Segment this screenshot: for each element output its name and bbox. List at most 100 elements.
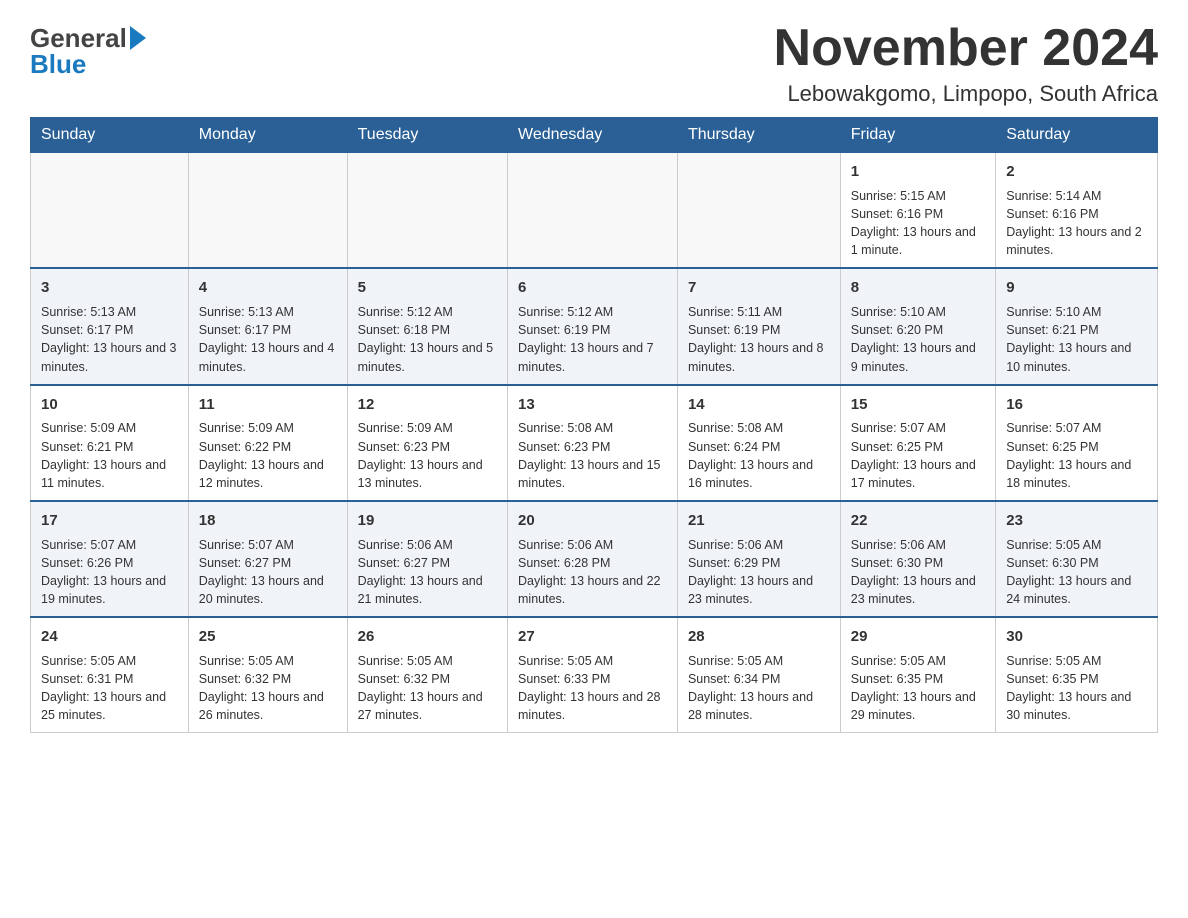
calendar-week-row: 10 Sunrise: 5:09 AMSunset: 6:21 PMDayligh… bbox=[31, 385, 1158, 501]
day-number: 23 bbox=[1006, 510, 1147, 532]
calendar-table: SundayMondayTuesdayWednesdayThursdayFrid… bbox=[30, 117, 1158, 733]
calendar-week-row: 24 Sunrise: 5:05 AMSunset: 6:31 PMDayligh… bbox=[31, 617, 1158, 733]
day-info: Sunrise: 5:07 AMSunset: 6:25 PMDaylight:… bbox=[851, 419, 985, 492]
calendar-day-cell: 29 Sunrise: 5:05 AMSunset: 6:35 PMDayligh… bbox=[840, 617, 995, 733]
day-of-week-header: Tuesday bbox=[347, 118, 507, 153]
logo-general-text: General bbox=[30, 25, 127, 51]
day-info: Sunrise: 5:05 AMSunset: 6:31 PMDaylight:… bbox=[41, 652, 178, 725]
logo: General Blue bbox=[30, 20, 146, 77]
calendar-day-cell: 25Sunrise: 5:05 AMSunset: 6:32 PMDayligh… bbox=[188, 617, 347, 733]
title-area: November 2024 Lebowakgomo, Limpopo, Sout… bbox=[774, 20, 1158, 107]
day-info: Sunrise: 5:05 AMSunset: 6:34 PMDaylight:… bbox=[688, 652, 830, 725]
day-info: Sunrise: 5:05 AMSunset: 6:33 PMDaylight:… bbox=[518, 652, 667, 725]
calendar-day-cell: 21 Sunrise: 5:06 AMSunset: 6:29 PMDayligh… bbox=[677, 501, 840, 617]
day-info: Sunrise: 5:09 AMSunset: 6:21 PMDaylight:… bbox=[41, 419, 178, 492]
day-info: Sunrise: 5:06 AMSunset: 6:29 PMDaylight:… bbox=[688, 536, 830, 609]
day-number: 9 bbox=[1006, 277, 1147, 299]
day-number: 7 bbox=[688, 277, 830, 299]
day-number: 2 bbox=[1006, 161, 1147, 183]
day-number: 14 bbox=[688, 394, 830, 416]
day-number: 4 bbox=[199, 277, 337, 299]
calendar-week-row: 1Sunrise: 5:15 AMSunset: 6:16 PMDaylight… bbox=[31, 153, 1158, 269]
day-number: 24 bbox=[41, 626, 178, 648]
day-number: 19 bbox=[358, 510, 497, 532]
calendar-day-cell: 30 Sunrise: 5:05 AMSunset: 6:35 PMDayligh… bbox=[996, 617, 1158, 733]
day-number: 22 bbox=[851, 510, 985, 532]
day-info: Sunrise: 5:09 AMSunset: 6:23 PMDaylight:… bbox=[358, 419, 497, 492]
day-info: Sunrise: 5:05 AMSunset: 6:32 PMDaylight:… bbox=[358, 652, 497, 725]
calendar-day-cell bbox=[31, 153, 189, 269]
day-number: 17 bbox=[41, 510, 178, 532]
day-number: 21 bbox=[688, 510, 830, 532]
day-number: 15 bbox=[851, 394, 985, 416]
day-number: 25 bbox=[199, 626, 337, 648]
day-number: 16 bbox=[1006, 394, 1147, 416]
calendar-day-cell: 9 Sunrise: 5:10 AMSunset: 6:21 PMDaylight… bbox=[996, 268, 1158, 384]
day-of-week-header: Friday bbox=[840, 118, 995, 153]
day-info: Sunrise: 5:08 AMSunset: 6:24 PMDaylight:… bbox=[688, 419, 830, 492]
day-number: 3 bbox=[41, 277, 178, 299]
calendar-day-cell: 1Sunrise: 5:15 AMSunset: 6:16 PMDaylight… bbox=[840, 153, 995, 269]
page-header: General Blue November 2024 Lebowakgomo, … bbox=[30, 20, 1158, 107]
calendar-day-cell: 18Sunrise: 5:07 AMSunset: 6:27 PMDayligh… bbox=[188, 501, 347, 617]
day-info: Sunrise: 5:05 AMSunset: 6:35 PMDaylight:… bbox=[1006, 652, 1147, 725]
calendar-day-cell: 24 Sunrise: 5:05 AMSunset: 6:31 PMDayligh… bbox=[31, 617, 189, 733]
day-number: 26 bbox=[358, 626, 497, 648]
day-number: 10 bbox=[41, 394, 178, 416]
calendar-day-cell bbox=[677, 153, 840, 269]
calendar-day-cell: 14 Sunrise: 5:08 AMSunset: 6:24 PMDayligh… bbox=[677, 385, 840, 501]
day-number: 30 bbox=[1006, 626, 1147, 648]
calendar-day-cell bbox=[347, 153, 507, 269]
day-info: Sunrise: 5:09 AMSunset: 6:22 PMDaylight:… bbox=[199, 419, 337, 492]
logo-arrow-icon bbox=[130, 26, 146, 50]
day-number: 8 bbox=[851, 277, 985, 299]
calendar-day-cell: 27 Sunrise: 5:05 AMSunset: 6:33 PMDayligh… bbox=[508, 617, 678, 733]
day-info: Sunrise: 5:05 AMSunset: 6:30 PMDaylight:… bbox=[1006, 536, 1147, 609]
day-info: Sunrise: 5:06 AMSunset: 6:30 PMDaylight:… bbox=[851, 536, 985, 609]
day-number: 13 bbox=[518, 394, 667, 416]
day-info: Sunrise: 5:11 AMSunset: 6:19 PMDaylight:… bbox=[688, 303, 830, 376]
day-info: Sunrise: 5:05 AMSunset: 6:35 PMDaylight:… bbox=[851, 652, 985, 725]
day-number: 27 bbox=[518, 626, 667, 648]
calendar-day-cell: 3Sunrise: 5:13 AMSunset: 6:17 PMDaylight… bbox=[31, 268, 189, 384]
day-info: Sunrise: 5:12 AMSunset: 6:18 PMDaylight:… bbox=[358, 303, 497, 376]
day-number: 28 bbox=[688, 626, 830, 648]
calendar-header: SundayMondayTuesdayWednesdayThursdayFrid… bbox=[31, 118, 1158, 153]
calendar-day-cell: 19 Sunrise: 5:06 AMSunset: 6:27 PMDayligh… bbox=[347, 501, 507, 617]
calendar-day-cell: 10 Sunrise: 5:09 AMSunset: 6:21 PMDayligh… bbox=[31, 385, 189, 501]
day-info: Sunrise: 5:14 AMSunset: 6:16 PMDaylight:… bbox=[1006, 187, 1147, 260]
day-number: 5 bbox=[358, 277, 497, 299]
day-of-week-header: Wednesday bbox=[508, 118, 678, 153]
day-info: Sunrise: 5:07 AMSunset: 6:25 PMDaylight:… bbox=[1006, 419, 1147, 492]
calendar-day-cell: 12Sunrise: 5:09 AMSunset: 6:23 PMDayligh… bbox=[347, 385, 507, 501]
calendar-day-cell: 6Sunrise: 5:12 AMSunset: 6:19 PMDaylight… bbox=[508, 268, 678, 384]
calendar-week-row: 3 Sunrise: 5:13 AMSunset: 6:17 PMDaylight… bbox=[31, 268, 1158, 384]
day-info: Sunrise: 5:08 AMSunset: 6:23 PMDaylight:… bbox=[518, 419, 667, 492]
day-info: Sunrise: 5:06 AMSunset: 6:27 PMDaylight:… bbox=[358, 536, 497, 609]
calendar-day-cell: 2 Sunrise: 5:14 AMSunset: 6:16 PMDaylight… bbox=[996, 153, 1158, 269]
calendar-day-cell: 15 Sunrise: 5:07 AMSunset: 6:25 PMDayligh… bbox=[840, 385, 995, 501]
day-info: Sunrise: 5:12 AMSunset: 6:19 PMDaylight:… bbox=[518, 303, 667, 376]
calendar-day-cell: 22 Sunrise: 5:06 AMSunset: 6:30 PMDayligh… bbox=[840, 501, 995, 617]
day-of-week-header: Thursday bbox=[677, 118, 840, 153]
day-number: 18 bbox=[199, 510, 337, 532]
day-info: Sunrise: 5:10 AMSunset: 6:21 PMDaylight:… bbox=[1006, 303, 1147, 376]
day-number: 11 bbox=[199, 394, 337, 416]
calendar-day-cell: 4 Sunrise: 5:13 AMSunset: 6:17 PMDaylight… bbox=[188, 268, 347, 384]
day-number: 20 bbox=[518, 510, 667, 532]
calendar-day-cell: 7 Sunrise: 5:11 AMSunset: 6:19 PMDaylight… bbox=[677, 268, 840, 384]
calendar-day-cell: 13 Sunrise: 5:08 AMSunset: 6:23 PMDayligh… bbox=[508, 385, 678, 501]
calendar-day-cell: 26 Sunrise: 5:05 AMSunset: 6:32 PMDayligh… bbox=[347, 617, 507, 733]
calendar-title: November 2024 bbox=[774, 20, 1158, 77]
calendar-day-cell: 16 Sunrise: 5:07 AMSunset: 6:25 PMDayligh… bbox=[996, 385, 1158, 501]
day-of-week-header: Sunday bbox=[31, 118, 189, 153]
calendar-day-cell: 20Sunrise: 5:06 AMSunset: 6:28 PMDayligh… bbox=[508, 501, 678, 617]
calendar-body: 1Sunrise: 5:15 AMSunset: 6:16 PMDaylight… bbox=[31, 153, 1158, 733]
day-info: Sunrise: 5:13 AMSunset: 6:17 PMDaylight:… bbox=[199, 303, 337, 376]
calendar-day-cell bbox=[508, 153, 678, 269]
day-info: Sunrise: 5:07 AMSunset: 6:26 PMDaylight:… bbox=[41, 536, 178, 609]
calendar-day-cell: 23 Sunrise: 5:05 AMSunset: 6:30 PMDayligh… bbox=[996, 501, 1158, 617]
calendar-week-row: 17 Sunrise: 5:07 AMSunset: 6:26 PMDayligh… bbox=[31, 501, 1158, 617]
calendar-day-cell bbox=[188, 153, 347, 269]
day-number: 29 bbox=[851, 626, 985, 648]
